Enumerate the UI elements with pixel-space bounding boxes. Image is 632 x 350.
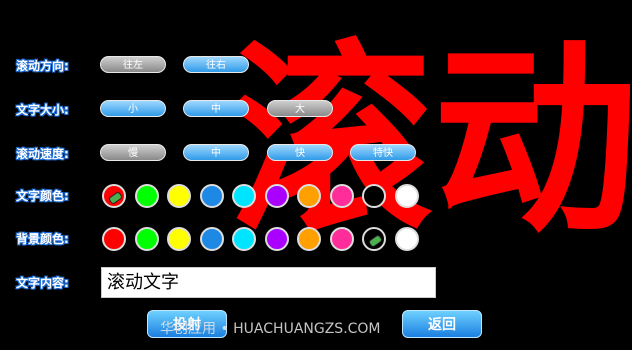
text-color-swatch-1[interactable]: [135, 184, 159, 208]
content-label: 文字内容:: [16, 276, 69, 290]
speed-label: 滚动速度:: [16, 147, 69, 161]
speed-row: 滚动速度: 慢 中 快 特快: [0, 140, 632, 168]
bg-color-row: 背景颜色:: [0, 225, 632, 253]
speed-slow-button[interactable]: 慢: [100, 144, 166, 161]
bg-color-swatch-1[interactable]: [135, 227, 159, 251]
bg-color-swatch-5[interactable]: [265, 227, 289, 251]
direction-right-button[interactable]: 往右: [183, 56, 249, 73]
bg-color-swatch-8[interactable]: [362, 227, 386, 251]
watermark-text: 华创应用 • HUACHUANGZS.COM: [160, 321, 381, 337]
direction-row: 滚动方向: 往左 往右: [0, 52, 632, 80]
text-color-swatch-6[interactable]: [297, 184, 321, 208]
selected-marker-icon: [367, 233, 384, 249]
text-color-label: 文字颜色:: [16, 189, 69, 203]
text-color-swatch-8[interactable]: [362, 184, 386, 208]
selected-marker-icon: [107, 190, 124, 206]
bg-color-swatch-3[interactable]: [200, 227, 224, 251]
bg-color-swatch-6[interactable]: [297, 227, 321, 251]
size-large-button[interactable]: 大: [267, 100, 333, 117]
text-color-swatch-7[interactable]: [330, 184, 354, 208]
text-color-swatch-2[interactable]: [167, 184, 191, 208]
size-label: 文字大小:: [16, 103, 69, 117]
text-color-row: 文字颜色:: [0, 182, 632, 210]
speed-medium-button[interactable]: 中: [183, 144, 249, 161]
size-small-button[interactable]: 小: [100, 100, 166, 117]
bg-color-label: 背景颜色:: [16, 232, 69, 246]
size-row: 文字大小: 小 中 大: [0, 96, 632, 124]
direction-left-button[interactable]: 往左: [100, 56, 166, 73]
text-content-input[interactable]: 滚动文字: [101, 267, 436, 298]
text-color-swatch-9[interactable]: [395, 184, 419, 208]
bg-color-swatch-0[interactable]: [102, 227, 126, 251]
bg-color-swatch-9[interactable]: [395, 227, 419, 251]
text-color-swatch-4[interactable]: [232, 184, 256, 208]
bg-color-swatch-7[interactable]: [330, 227, 354, 251]
speed-extra-fast-button[interactable]: 特快: [350, 144, 416, 161]
text-color-swatch-0[interactable]: [102, 184, 126, 208]
text-color-swatch-5[interactable]: [265, 184, 289, 208]
bg-color-swatch-2[interactable]: [167, 227, 191, 251]
direction-label: 滚动方向:: [16, 59, 69, 73]
back-button[interactable]: 返回: [402, 310, 482, 338]
text-color-swatch-3[interactable]: [200, 184, 224, 208]
size-medium-button[interactable]: 中: [183, 100, 249, 117]
bg-color-swatch-4[interactable]: [232, 227, 256, 251]
speed-fast-button[interactable]: 快: [267, 144, 333, 161]
